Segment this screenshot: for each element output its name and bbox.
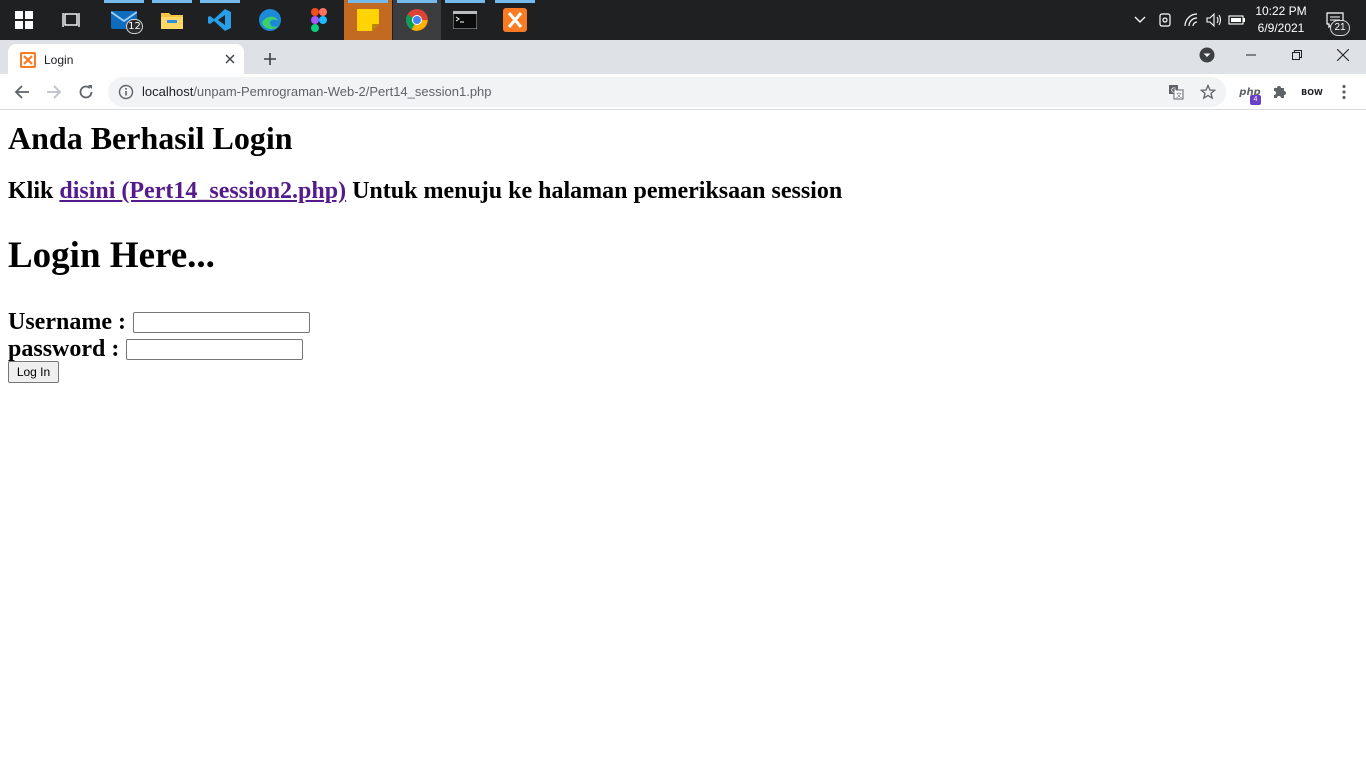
sticky-notes-icon	[357, 9, 379, 31]
password-row: password :	[8, 336, 304, 362]
tab-login[interactable]: Login	[8, 44, 244, 74]
forward-button[interactable]	[40, 78, 68, 106]
url-text[interactable]: localhost/unpam-Pemrograman-Web-2/Pert14…	[142, 84, 492, 100]
close-icon	[1337, 49, 1349, 61]
taskbar-app-sticky-notes[interactable]	[344, 0, 392, 40]
running-indicator	[445, 0, 485, 3]
url-host: localhost	[142, 84, 194, 99]
camera-icon	[1159, 13, 1171, 27]
puzzle-icon	[1274, 86, 1286, 98]
task-view-icon	[62, 13, 80, 27]
battery-icon	[1228, 15, 1245, 25]
running-indicator	[495, 0, 535, 3]
taskbar-clock[interactable]: 10:22 PM 6/9/2021	[1250, 3, 1312, 37]
tray-volume[interactable]	[1203, 0, 1225, 40]
clock-time: 10:22 PM	[1255, 4, 1307, 18]
star-icon	[1200, 84, 1216, 100]
browser-toolbar: localhost/unpam-Pemrograman-Web-2/Pert14…	[0, 74, 1366, 110]
extension-php[interactable]: php 4	[1236, 78, 1264, 106]
session2-link[interactable]: disini (Pert14_session2.php)	[59, 178, 346, 204]
extensions-button[interactable]	[1266, 78, 1294, 106]
restore-button[interactable]	[1274, 40, 1320, 70]
back-button[interactable]	[8, 78, 36, 106]
tray-meet-now[interactable]	[1155, 0, 1175, 40]
taskbar-app-chrome[interactable]	[393, 0, 441, 40]
windows-taskbar: 12 10:22 PM 6/9/2021 21	[0, 0, 1366, 40]
tray-network[interactable]	[1180, 0, 1202, 40]
xampp-icon	[503, 8, 527, 32]
new-tab-button[interactable]	[258, 47, 282, 71]
mail-unread-badge: 12	[126, 19, 143, 34]
login-success-heading: Anda Berhasil Login	[8, 120, 293, 156]
folder-icon	[161, 13, 183, 29]
minimize-icon	[1246, 54, 1256, 56]
speaker-icon	[1206, 13, 1222, 27]
password-input[interactable]	[126, 338, 304, 360]
terminal-icon	[453, 11, 477, 29]
notification-count-badge: 21	[1330, 20, 1350, 36]
kebab-menu-icon	[1342, 84, 1346, 100]
translate-icon: G文	[1169, 85, 1184, 100]
tab-search-button[interactable]	[1184, 40, 1230, 70]
arrow-right-icon	[47, 85, 62, 99]
taskbar-app-vscode[interactable]	[196, 0, 244, 40]
info-icon[interactable]	[118, 84, 134, 100]
windows-logo-icon	[15, 11, 33, 29]
running-indicator	[152, 0, 192, 3]
task-view-button[interactable]	[48, 0, 96, 40]
extension-badge: 4	[1250, 95, 1261, 105]
running-indicator	[200, 0, 240, 3]
running-indicator	[348, 0, 388, 3]
chevron-up-icon	[1134, 16, 1146, 23]
reload-icon	[79, 85, 93, 99]
xampp-favicon-icon	[20, 52, 36, 68]
taskbar-app-xampp[interactable]	[491, 0, 539, 40]
after-link-text: Untuk menuju ke halaman pemeriksaan sess…	[346, 178, 843, 204]
svg-text:文: 文	[1176, 92, 1182, 100]
chrome-icon	[406, 9, 428, 31]
url-path: /unpam-Pemrograman-Web-2/Pert14_session1…	[193, 84, 492, 99]
password-label: password :	[8, 336, 120, 362]
login-button[interactable]: Log In	[8, 361, 59, 383]
username-input[interactable]	[132, 311, 310, 333]
bow-extension-icon: BOW	[1301, 87, 1323, 97]
page-viewport: Anda Berhasil Login Klik disini (Pert14_…	[0, 111, 1366, 768]
plus-icon	[264, 53, 276, 65]
wifi-icon	[1184, 13, 1198, 27]
arrow-left-icon	[14, 85, 29, 99]
tab-search-icon	[1199, 47, 1215, 63]
taskbar-app-terminal[interactable]	[441, 0, 489, 40]
taskbar-app-edge[interactable]	[246, 0, 294, 40]
taskbar-app-file-explorer[interactable]	[148, 0, 196, 40]
tray-battery[interactable]	[1226, 0, 1248, 40]
figma-icon	[311, 8, 327, 32]
start-button[interactable]	[0, 0, 48, 40]
tab-title: Login	[44, 53, 74, 67]
klik-text: Klik	[8, 178, 60, 204]
edge-icon	[259, 9, 281, 31]
username-label: Username :	[8, 309, 126, 335]
login-form-heading: Login Here...	[8, 235, 215, 276]
close-icon	[225, 54, 235, 64]
username-row: Username :	[8, 309, 310, 335]
vscode-icon	[208, 9, 231, 31]
session-link-line: Klik disini (Pert14_session2.php) Untuk …	[8, 177, 842, 205]
minimize-button[interactable]	[1228, 40, 1274, 70]
clock-date: 6/9/2021	[1257, 21, 1305, 35]
reload-button[interactable]	[72, 78, 100, 106]
bookmark-button[interactable]	[1198, 82, 1218, 102]
restore-icon	[1292, 50, 1302, 60]
extension-bow[interactable]: BOW	[1298, 78, 1326, 106]
tab-close-button[interactable]	[222, 51, 238, 67]
taskbar-app-mail[interactable]: 12	[100, 0, 148, 40]
browser-tab-strip: Login	[0, 40, 1366, 74]
taskbar-app-figma[interactable]	[295, 0, 343, 40]
show-hidden-icons-button[interactable]	[1130, 0, 1150, 40]
chrome-menu-button[interactable]	[1330, 78, 1358, 106]
translate-button[interactable]: G文	[1166, 82, 1186, 102]
address-bar[interactable]: localhost/unpam-Pemrograman-Web-2/Pert14…	[108, 77, 1226, 107]
close-window-button[interactable]	[1320, 40, 1366, 70]
running-indicator	[397, 0, 437, 3]
running-indicator	[104, 0, 144, 3]
